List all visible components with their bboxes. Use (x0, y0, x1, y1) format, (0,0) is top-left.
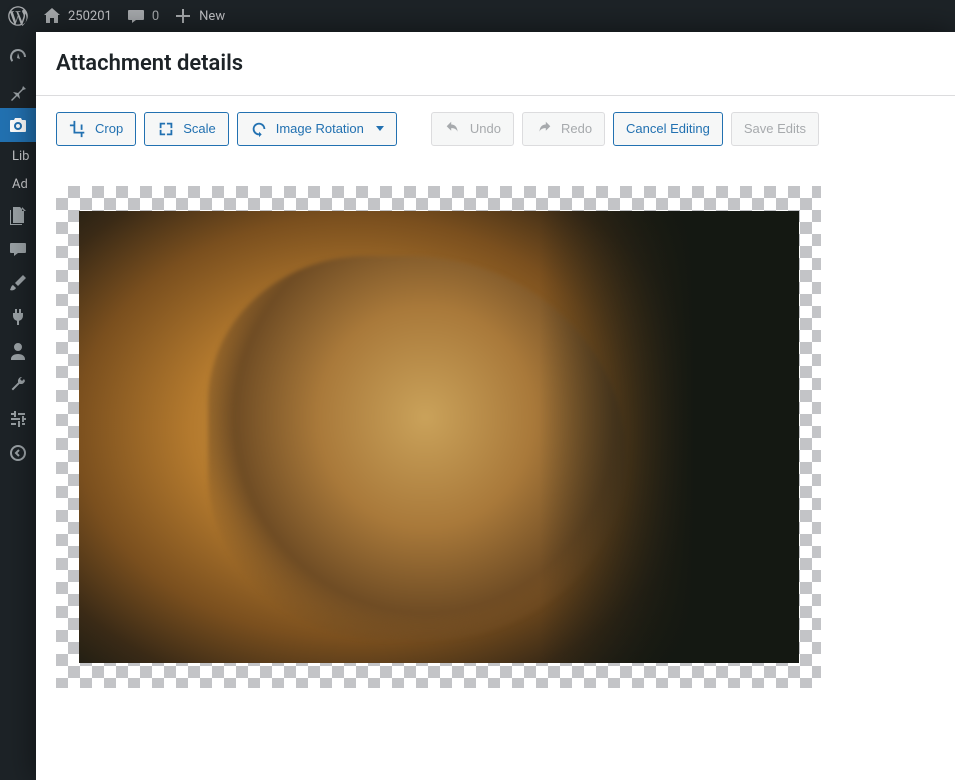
crop-label: Crop (95, 121, 123, 136)
comment-icon (126, 6, 146, 26)
sidebar-item-plugins[interactable] (0, 300, 36, 334)
site-home-link[interactable]: 250201 (42, 6, 112, 26)
redo-label: Redo (561, 121, 592, 136)
sidebar-item-dashboard[interactable] (0, 40, 36, 74)
canvas-wrapper (36, 146, 955, 708)
modal-title: Attachment details (56, 50, 935, 79)
sidebar-sub-add[interactable]: Ad (0, 170, 36, 198)
plug-icon (8, 307, 28, 327)
pages-icon (8, 205, 28, 225)
sidebar-item-posts[interactable] (0, 74, 36, 108)
scale-button[interactable]: Scale (144, 112, 229, 146)
save-label: Save Edits (744, 121, 806, 136)
wrench-icon (8, 375, 28, 395)
crop-button[interactable]: Crop (56, 112, 136, 146)
sidebar-item-appearance[interactable] (0, 266, 36, 300)
collapse-icon (8, 443, 28, 463)
user-icon (8, 341, 28, 361)
undo-label: Undo (470, 121, 501, 136)
undo-icon (444, 120, 462, 138)
comments-count: 0 (152, 9, 159, 24)
save-edits-button[interactable]: Save Edits (731, 112, 819, 146)
wp-logo-menu[interactable] (8, 6, 28, 26)
comments-link[interactable]: 0 (126, 6, 159, 26)
redo-button[interactable]: Redo (522, 112, 605, 146)
sidebar-item-tools[interactable] (0, 368, 36, 402)
scale-label: Scale (183, 121, 216, 136)
sliders-icon (8, 409, 28, 429)
attachment-image (79, 211, 799, 663)
crop-icon (69, 120, 87, 138)
sidebar-item-collapse[interactable] (0, 436, 36, 470)
sidebar-item-comments[interactable] (0, 232, 36, 266)
sidebar-item-users[interactable] (0, 334, 36, 368)
admin-sidebar: Lib Ad (0, 32, 36, 780)
chevron-down-icon (376, 126, 384, 131)
sidebar-item-media[interactable] (0, 108, 36, 142)
sidebar-item-settings[interactable] (0, 402, 36, 436)
image-canvas[interactable] (56, 186, 821, 688)
scale-icon (157, 120, 175, 138)
camera-icon (8, 115, 28, 135)
redo-icon (535, 120, 553, 138)
site-title: 250201 (68, 9, 112, 24)
attachment-details-modal: Attachment details Crop Scale Image Rota… (36, 32, 955, 780)
new-content-link[interactable]: New (173, 6, 225, 26)
modal-header: Attachment details (36, 32, 955, 96)
image-rotation-dropdown[interactable]: Image Rotation (237, 112, 397, 146)
admin-bar: 250201 0 New (0, 0, 955, 32)
gauge-icon (8, 47, 28, 67)
brush-icon (8, 273, 28, 293)
home-icon (42, 6, 62, 26)
plus-icon (173, 6, 193, 26)
new-label: New (199, 9, 225, 24)
rotate-icon (250, 120, 268, 138)
wordpress-icon (8, 6, 28, 26)
comment-icon (8, 239, 28, 259)
rotation-label: Image Rotation (276, 121, 364, 136)
cancel-editing-button[interactable]: Cancel Editing (613, 112, 723, 146)
sidebar-item-pages[interactable] (0, 198, 36, 232)
pin-icon (8, 81, 28, 101)
undo-button[interactable]: Undo (431, 112, 514, 146)
cancel-label: Cancel Editing (626, 121, 710, 136)
sidebar-sub-library[interactable]: Lib (0, 142, 36, 170)
image-editor-toolbar: Crop Scale Image Rotation Undo Redo Canc… (36, 96, 955, 146)
